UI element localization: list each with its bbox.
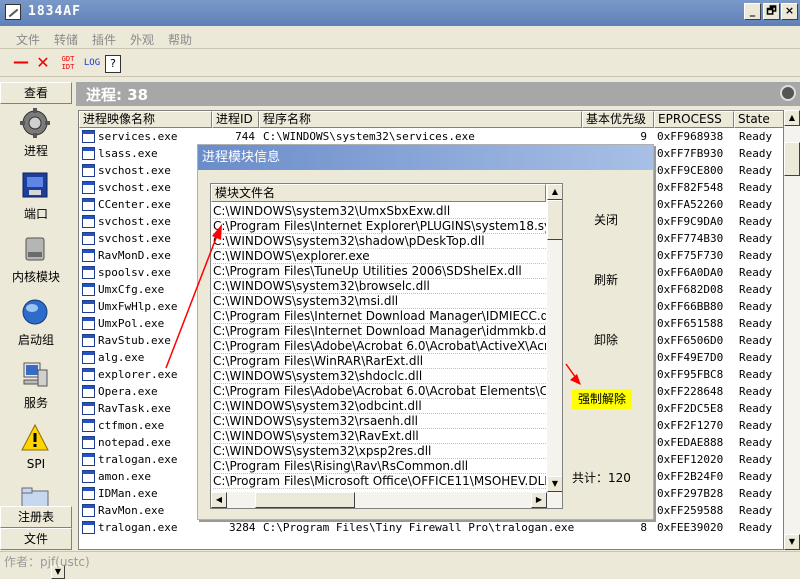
arrow-to-force-button [565, 363, 577, 379]
arrowhead-icon [212, 224, 222, 240]
arrowhead-icon [570, 374, 581, 385]
arrow-explorer-to-module [165, 232, 219, 369]
annotation-arrows [165, 224, 581, 385]
